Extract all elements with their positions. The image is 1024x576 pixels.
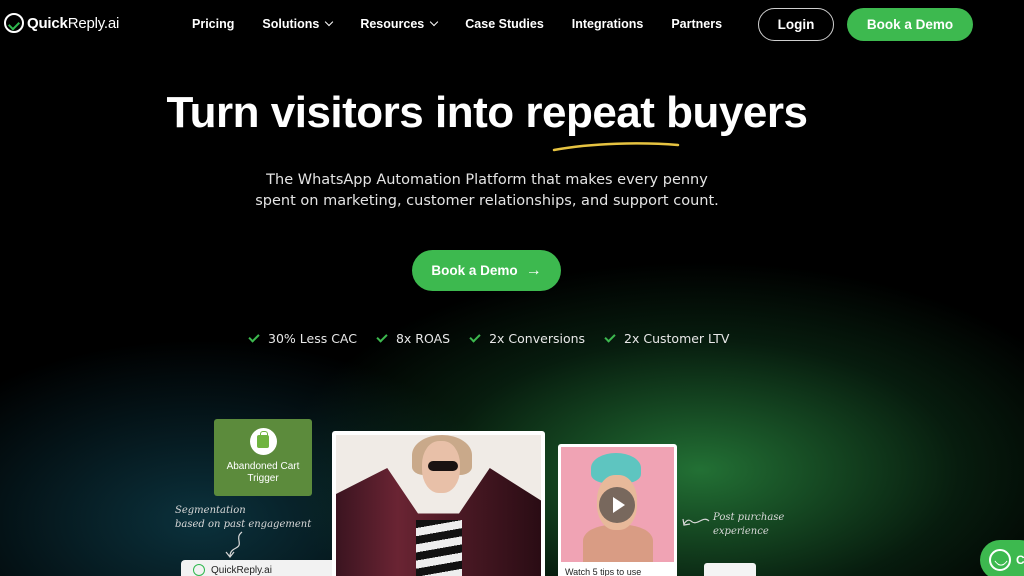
nav-item-label: Partners (671, 17, 723, 31)
stat-item: 8x ROAS (376, 331, 451, 346)
stat-label: 2x Conversions (489, 331, 586, 346)
nav-item-partners[interactable]: Partners (671, 17, 722, 31)
segmentation-note-line1: Segmentation (175, 505, 246, 516)
stat-label: 2x Customer LTV (624, 331, 730, 346)
trigger-label-line1: Abandoned Cart (226, 461, 300, 472)
nav-item-label: Resources (360, 17, 425, 31)
top-nav: QuickReply.ai Pricing Solutions Resource… (0, 0, 1024, 50)
post-purchase-line2: experience (713, 526, 769, 537)
check-icon (248, 331, 260, 343)
trigger-label: Abandoned Cart Trigger (227, 461, 300, 485)
whatsapp-icon (989, 549, 1011, 571)
nav-item-case-studies[interactable]: Case Studies (465, 17, 544, 31)
nav-item-pricing[interactable]: Pricing (192, 17, 234, 31)
fashion-photo-card (332, 431, 545, 576)
trigger-label-line2: Trigger (247, 473, 279, 484)
logo-name-bold: Quick (27, 14, 68, 32)
video-thumbnail[interactable] (561, 447, 674, 562)
cta-label: Book a Demo (431, 263, 518, 278)
hero-title-highlight: repeat (525, 88, 655, 137)
hero-subtitle-line1: The WhatsApp Automation Platform that ma… (266, 172, 708, 188)
check-icon (376, 331, 388, 343)
nav-item-label: Integrations (571, 17, 644, 31)
stat-item: 30% Less CAC (248, 331, 357, 346)
video-caption: Watch 5 tips to use (565, 567, 642, 576)
chevron-down-icon (325, 17, 334, 27)
hero-subtitle: The WhatsApp Automation Platform that ma… (200, 170, 774, 212)
logo-text: QuickReply.ai (27, 15, 119, 32)
book-demo-hero-button[interactable]: Book a Demo → (412, 250, 561, 291)
post-purchase-line1: Post purchase (713, 512, 785, 523)
logo-name-light: Reply.ai (67, 14, 120, 32)
nav-item-solutions[interactable]: Solutions (262, 17, 334, 31)
nav-item-label: Solutions (262, 17, 320, 31)
highlight-underline (552, 142, 680, 152)
small-message-card (704, 563, 756, 576)
logo[interactable]: QuickReply.ai (4, 13, 119, 33)
abandoned-cart-trigger-card: Abandoned Cart Trigger (214, 419, 312, 496)
chevron-down-icon (430, 17, 439, 27)
whatsapp-chat-button[interactable]: C (980, 540, 1024, 576)
hero-title: Turn visitors into repeat buyers (0, 88, 974, 138)
stat-item: 2x Customer LTV (604, 331, 730, 346)
stat-label: 30% Less CAC (268, 331, 357, 346)
curved-arrow-icon (682, 518, 710, 526)
nav-item-label: Case Studies (465, 17, 544, 31)
stats-row: 30% Less CAC 8x ROAS 2x Conversions 2x C… (248, 331, 749, 346)
video-message-card: Watch 5 tips to use (558, 444, 677, 576)
book-demo-nav-button[interactable]: Book a Demo (847, 8, 973, 41)
login-button[interactable]: Login (758, 8, 834, 41)
check-icon (604, 331, 616, 343)
segmentation-note: Segmentation based on past engagement (175, 504, 311, 532)
stat-label: 8x ROAS (395, 331, 451, 346)
arrow-right-icon: → (525, 261, 542, 279)
play-icon[interactable] (599, 487, 635, 523)
nav-item-label: Pricing (192, 17, 235, 31)
wa-card-label: QuickReply.ai (211, 564, 272, 576)
hero-subtitle-line2: spent on marketing, customer relationshi… (255, 193, 719, 209)
nav-item-resources[interactable]: Resources (360, 17, 439, 31)
hero-title-after: buyers (654, 88, 808, 137)
whatsapp-chat-label: C (1016, 553, 1024, 567)
quickreply-logo-icon (193, 564, 205, 576)
check-icon (469, 331, 481, 343)
shopify-icon (249, 428, 277, 455)
nav-links: Pricing Solutions Resources Case Studies… (192, 17, 750, 31)
nav-item-integrations[interactable]: Integrations (572, 17, 644, 31)
logo-icon (4, 13, 24, 33)
post-purchase-note: Post purchase experience (713, 511, 784, 539)
hero-title-before: Turn visitors into (166, 88, 526, 137)
fashion-photo (336, 435, 541, 576)
stat-item: 2x Conversions (469, 331, 586, 346)
curved-arrow-icon (225, 531, 243, 558)
